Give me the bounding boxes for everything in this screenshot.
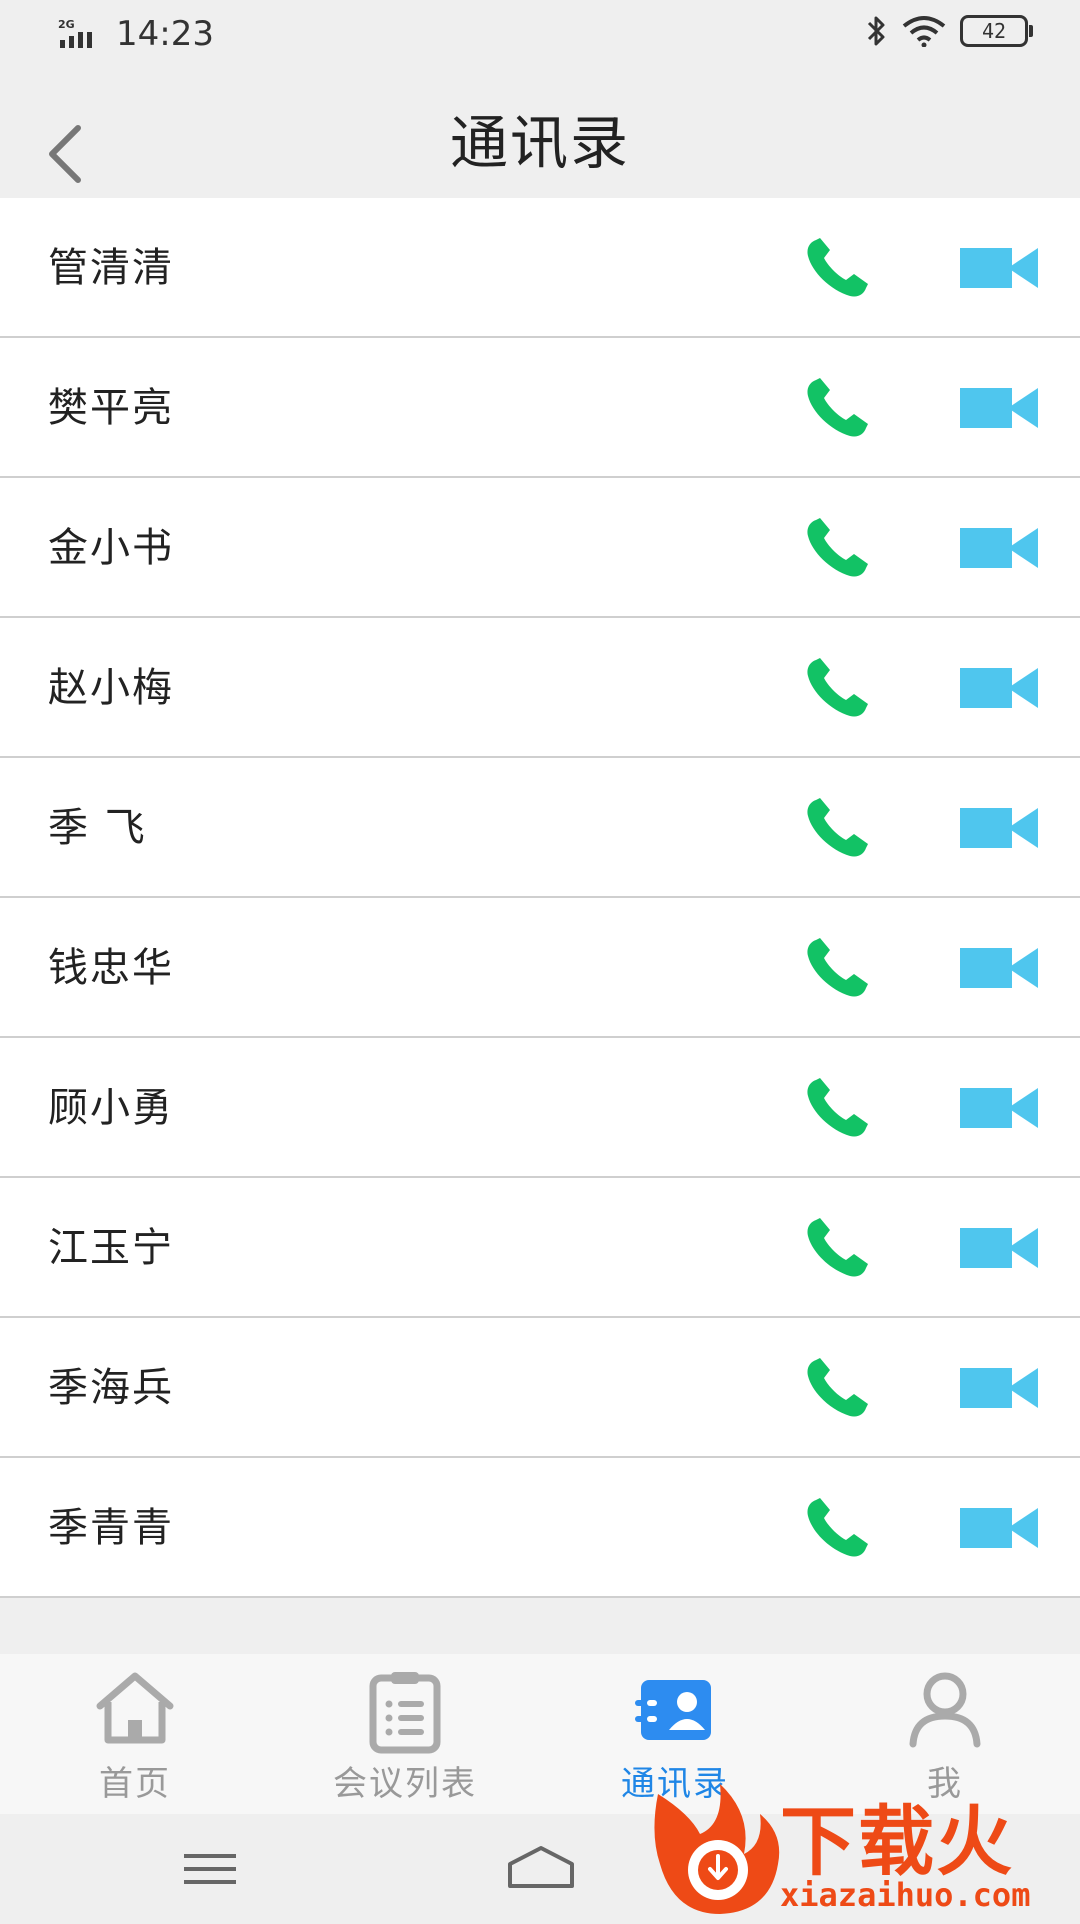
video-call-button[interactable] [960,244,1040,292]
contact-row: 顾小勇 [0,1038,1080,1178]
contact-name: 管清清 [48,245,174,291]
battery-indicator: 42 [960,15,1033,47]
signal-icon: 2G [58,18,106,54]
call-button[interactable] [804,376,874,440]
contact-row: 樊平亮 [0,338,1080,478]
video-call-button[interactable] [960,1084,1040,1132]
contact-row: 季青青 [0,1458,1080,1598]
contacts-icon [635,1680,711,1740]
call-button[interactable] [804,656,874,720]
contact-list: 管清清 樊平亮 金小书 赵小梅 季 飞 钱忠华 顾小勇 江玉宁 季海兵 季青青 [0,198,1080,1598]
video-camera-icon [960,1368,1038,1408]
watermark-url: xiazaihuo.com [780,1876,1031,1914]
contact-name: 金小书 [48,525,174,571]
video-call-button[interactable] [960,384,1040,432]
phone-icon [807,1078,868,1137]
video-camera-icon [960,1508,1038,1548]
tab-meeting-list[interactable]: 会议列表 [270,1654,540,1814]
contact-row: 季 飞 [0,758,1080,898]
contact-row: 金小书 [0,478,1080,618]
clipboard-list-icon [369,1672,441,1754]
call-button[interactable] [804,1356,874,1420]
call-button[interactable] [804,936,874,1000]
person-icon [909,1672,981,1748]
video-call-button[interactable] [960,1224,1040,1272]
phone-icon [807,658,868,717]
status-bar: 2G 14:23 42 [0,0,1080,74]
video-call-button[interactable] [960,1504,1040,1552]
network-type: 2G [58,18,75,31]
video-camera-icon [960,388,1038,428]
call-button[interactable] [804,1216,874,1280]
phone-icon [807,938,868,997]
call-button[interactable] [804,1076,874,1140]
contact-name: 顾小勇 [48,1085,174,1131]
contact-name: 赵小梅 [48,665,174,711]
home-nav-icon[interactable] [506,1844,576,1890]
phone-icon [807,378,868,437]
flame-logo-icon [654,1784,780,1914]
video-camera-icon [960,668,1038,708]
video-camera-icon [960,1088,1038,1128]
video-camera-icon [960,1228,1038,1268]
phone-icon [807,1358,868,1417]
video-camera-icon [960,808,1038,848]
call-button[interactable] [804,236,874,300]
menu-icon[interactable] [184,1852,236,1886]
contact-name: 江玉宁 [48,1225,174,1271]
contact-row: 管清清 [0,198,1080,338]
phone-icon [807,1218,868,1277]
video-call-button[interactable] [960,524,1040,572]
watermark: 下载火 xiazaihuo.com [640,1780,1080,1920]
app-header: 通讯录 [0,74,1080,198]
contact-row: 江玉宁 [0,1178,1080,1318]
contact-name: 季 飞 [48,805,147,851]
home-icon [96,1672,174,1744]
phone-icon [807,1498,868,1557]
bluetooth-icon [867,16,885,46]
video-call-button[interactable] [960,804,1040,852]
contact-row: 季海兵 [0,1318,1080,1458]
contact-name: 樊平亮 [48,385,174,431]
contact-name: 钱忠华 [48,945,174,991]
tab-label: 会议列表 [333,1764,477,1804]
status-time: 14:23 [116,14,214,54]
page-title: 通讯录 [449,109,630,177]
contact-name: 季青青 [48,1505,174,1551]
video-camera-icon [960,948,1038,988]
video-call-button[interactable] [960,1364,1040,1412]
contact-row: 赵小梅 [0,618,1080,758]
video-call-button[interactable] [960,664,1040,712]
wifi-icon [902,16,946,47]
phone-icon [807,798,868,857]
phone-icon [807,518,868,577]
video-call-button[interactable] [960,944,1040,992]
contact-row: 钱忠华 [0,898,1080,1038]
call-button[interactable] [804,1496,874,1560]
watermark-text: 下载火 [780,1797,1014,1886]
call-button[interactable] [804,796,874,860]
tab-home[interactable]: 首页 [0,1654,270,1814]
video-camera-icon [960,248,1038,288]
call-button[interactable] [804,516,874,580]
contact-name: 季海兵 [48,1365,174,1411]
video-camera-icon [960,528,1038,568]
phone-icon [807,238,868,297]
tab-label: 首页 [99,1764,171,1804]
